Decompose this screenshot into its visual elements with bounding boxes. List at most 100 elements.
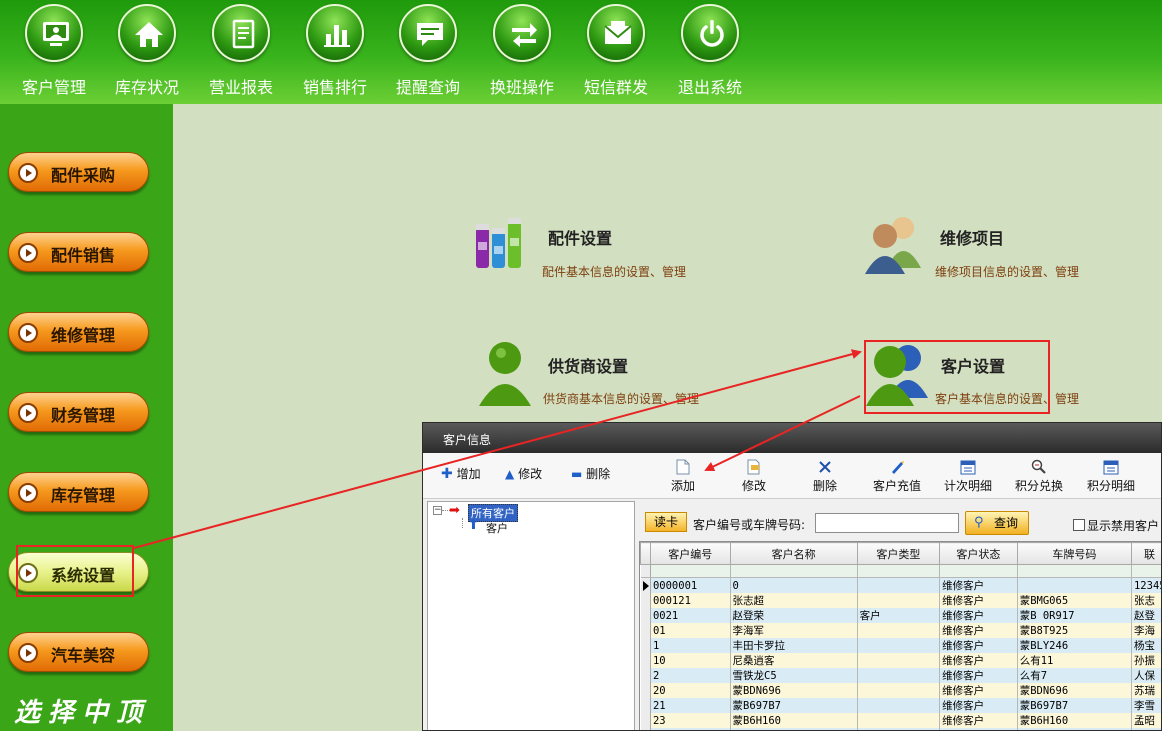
cell-customer-type[interactable] bbox=[857, 683, 941, 698]
cell-contact[interactable]: 张志 bbox=[1131, 593, 1161, 608]
customer-search-input[interactable] bbox=[815, 513, 959, 533]
cell-customer-status[interactable]: 维修客户 bbox=[939, 683, 1018, 698]
show-disabled-checkbox[interactable] bbox=[1073, 519, 1085, 531]
cell-customer-name[interactable]: 0 bbox=[730, 577, 858, 593]
cell-customer-id[interactable]: 10 bbox=[650, 653, 731, 668]
cell-contact[interactable]: 孟昭 bbox=[1131, 713, 1161, 728]
cell-customer-id[interactable]: 23 bbox=[650, 713, 731, 728]
cell-plate-number[interactable]: 蒙B 0R917 bbox=[1017, 608, 1132, 623]
table-row[interactable]: 00000010 维修客户 12345 bbox=[640, 577, 1161, 593]
read-card-button[interactable]: 读卡 bbox=[645, 512, 687, 532]
column-header-plate-number[interactable]: 车牌号码 bbox=[1016, 542, 1132, 565]
cell-customer-status[interactable]: 维修客户 bbox=[939, 713, 1018, 728]
column-header-customer-type[interactable]: 客户类型 bbox=[856, 542, 941, 565]
cell-customer-type[interactable]: 客户 bbox=[857, 608, 941, 623]
cell-customer-status[interactable]: 维修客户 bbox=[939, 698, 1018, 713]
count-details-button[interactable]: 计次明细 bbox=[936, 459, 1000, 494]
cell-contact[interactable]: 李海 bbox=[1131, 623, 1161, 638]
sidebar-item-car-beauty[interactable]: 汽车美容 bbox=[8, 632, 149, 672]
customer-recharge-button[interactable]: 客户充值 bbox=[865, 459, 929, 494]
table-row[interactable]: 20 蒙BDN696 维修客户 蒙BDN696 苏瑞 bbox=[640, 683, 1161, 698]
sidebar-item-parts-sales[interactable]: 配件销售 bbox=[8, 232, 149, 272]
nav-inventory-status[interactable]: 库存状况 bbox=[104, 4, 190, 100]
cell-customer-type[interactable] bbox=[857, 668, 941, 683]
tree-add-button[interactable]: ✚ 增加 bbox=[441, 465, 481, 482]
nav-shift-change[interactable]: 换班操作 bbox=[479, 4, 565, 100]
filter-cell[interactable] bbox=[857, 564, 941, 578]
cell-contact[interactable]: 杨宝 bbox=[1131, 638, 1161, 653]
cell-contact[interactable]: 李雪 bbox=[1131, 698, 1161, 713]
sidebar-item-finance-management[interactable]: 财务管理 bbox=[8, 392, 149, 432]
cell-contact[interactable]: 苏瑞 bbox=[1131, 683, 1161, 698]
cell-customer-name[interactable]: 丰田卡罗拉 bbox=[730, 638, 858, 653]
tree-node-customer[interactable]: 客户 bbox=[486, 520, 508, 536]
cell-customer-status[interactable]: 维修客户 bbox=[939, 623, 1018, 638]
cell-customer-name[interactable]: 尼桑逍客 bbox=[730, 653, 858, 668]
delete-customer-button[interactable]: 删除 bbox=[793, 459, 857, 494]
cell-plate-number[interactable]: 蒙B6H160 bbox=[1017, 713, 1132, 728]
tree-collapse-toggle[interactable]: − bbox=[433, 506, 442, 515]
cell-customer-id[interactable]: 2 bbox=[650, 668, 731, 683]
cell-contact[interactable]: 人保 bbox=[1131, 668, 1161, 683]
column-header-customer-id[interactable]: 客户编号 bbox=[649, 542, 731, 565]
cell-customer-status[interactable]: 维修客户 bbox=[939, 608, 1018, 623]
filter-row[interactable] bbox=[640, 564, 1161, 578]
column-header-contact[interactable]: 联 bbox=[1130, 542, 1161, 565]
points-exchange-button[interactable]: 积分兑换 bbox=[1007, 459, 1071, 494]
filter-cell[interactable] bbox=[939, 564, 1018, 578]
table-row[interactable]: 21 蒙B697B7 维修客户 蒙B697B7 李雪 bbox=[640, 698, 1161, 713]
cell-customer-status[interactable]: 维修客户 bbox=[939, 577, 1018, 593]
tree-edit-button[interactable]: ▲ 修改 bbox=[505, 465, 542, 482]
table-row[interactable]: 2 雪铁龙C5 维修客户 么有7 人保 bbox=[640, 668, 1161, 683]
cell-customer-id[interactable]: 000121 bbox=[650, 593, 731, 608]
table-row[interactable]: 000121 张志超 维修客户 蒙BMG065 张志 bbox=[640, 593, 1161, 608]
sidebar-item-parts-purchase[interactable]: 配件采购 bbox=[8, 152, 149, 192]
cell-customer-status[interactable]: 维修客户 bbox=[939, 653, 1018, 668]
cell-customer-id[interactable]: 1 bbox=[650, 638, 731, 653]
filter-cell[interactable] bbox=[730, 564, 858, 578]
cell-customer-type[interactable] bbox=[857, 713, 941, 728]
filter-cell[interactable] bbox=[1131, 564, 1161, 578]
cell-contact[interactable]: 孙振 bbox=[1131, 653, 1161, 668]
cell-plate-number[interactable]: 么有7 bbox=[1017, 668, 1132, 683]
query-button[interactable]: ⚲ 查询 bbox=[965, 511, 1029, 535]
cell-customer-name[interactable]: 蒙B697B7 bbox=[730, 698, 858, 713]
sidebar-item-stock-management[interactable]: 库存管理 bbox=[8, 472, 149, 512]
table-row[interactable]: 01 李海军 维修客户 蒙B8T925 李海 bbox=[640, 623, 1161, 638]
cell-customer-name[interactable]: 雪铁龙C5 bbox=[730, 668, 858, 683]
cell-customer-type[interactable] bbox=[857, 593, 941, 608]
cell-customer-id[interactable]: 0000001 bbox=[650, 577, 731, 593]
cell-plate-number[interactable]: 么有11 bbox=[1017, 653, 1132, 668]
cell-customer-id[interactable]: 20 bbox=[650, 683, 731, 698]
column-header-customer-status[interactable]: 客户状态 bbox=[939, 542, 1018, 565]
cell-customer-name[interactable]: 李海军 bbox=[730, 623, 858, 638]
tree-delete-button[interactable]: ▬ 删除 bbox=[571, 465, 610, 482]
cell-customer-type[interactable] bbox=[857, 577, 941, 593]
sidebar-item-system-settings[interactable]: 系统设置 bbox=[8, 552, 149, 592]
cell-plate-number[interactable]: 蒙BLY246 bbox=[1017, 638, 1132, 653]
cell-customer-status[interactable]: 维修客户 bbox=[939, 593, 1018, 608]
cell-plate-number[interactable]: 蒙BMG065 bbox=[1017, 593, 1132, 608]
filter-cell[interactable] bbox=[650, 564, 731, 578]
cell-customer-id[interactable]: 0021 bbox=[650, 608, 731, 623]
cell-customer-id[interactable]: 21 bbox=[650, 698, 731, 713]
nav-sales-ranking[interactable]: 销售排行 bbox=[292, 4, 378, 100]
filter-cell[interactable] bbox=[1017, 564, 1132, 578]
nav-exit-system[interactable]: 退出系统 bbox=[667, 4, 753, 100]
nav-reminder-query[interactable]: 提醒查询 bbox=[385, 4, 471, 100]
cell-customer-status[interactable]: 维修客户 bbox=[939, 638, 1018, 653]
cell-customer-name[interactable]: 蒙B6H160 bbox=[730, 713, 858, 728]
nav-customer-management[interactable]: 客户管理 bbox=[11, 4, 97, 100]
cell-plate-number[interactable]: 蒙B8T925 bbox=[1017, 623, 1132, 638]
nav-business-report[interactable]: 营业报表 bbox=[198, 4, 284, 100]
cell-customer-name[interactable]: 张志超 bbox=[730, 593, 858, 608]
cell-plate-number[interactable]: 蒙BDN696 bbox=[1017, 683, 1132, 698]
cell-contact[interactable]: 12345 bbox=[1131, 577, 1161, 593]
add-customer-button[interactable]: 添加 bbox=[651, 459, 715, 494]
cell-customer-type[interactable] bbox=[857, 698, 941, 713]
cell-customer-type[interactable] bbox=[857, 623, 941, 638]
cell-contact[interactable]: 赵登 bbox=[1131, 608, 1161, 623]
cell-customer-status[interactable]: 维修客户 bbox=[939, 668, 1018, 683]
table-row[interactable]: 1 丰田卡罗拉 维修客户 蒙BLY246 杨宝 bbox=[640, 638, 1161, 653]
points-details-button[interactable]: 积分明细 bbox=[1079, 459, 1143, 494]
